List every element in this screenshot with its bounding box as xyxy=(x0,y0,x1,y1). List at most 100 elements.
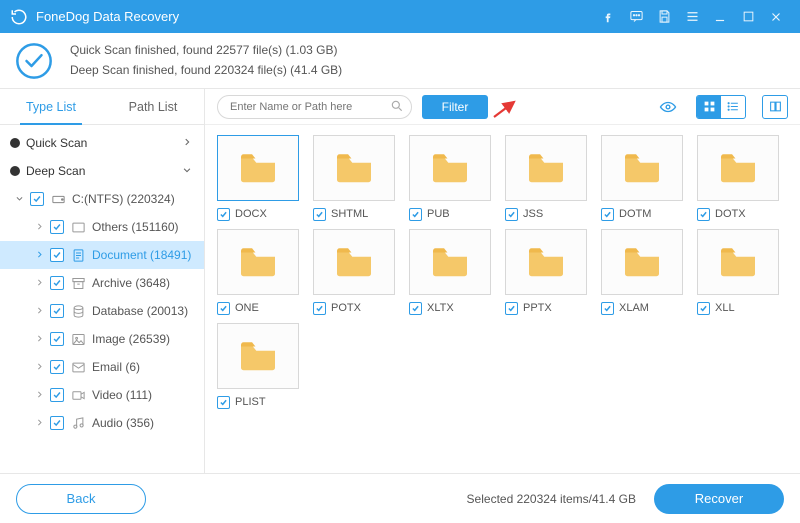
view-list-icon[interactable] xyxy=(721,96,745,118)
grid-item-label: POTX xyxy=(331,302,361,314)
checkbox-icon[interactable] xyxy=(601,208,614,221)
checkbox-icon[interactable] xyxy=(697,302,710,315)
annotation-arrow-icon xyxy=(492,97,512,117)
grid-item-label: SHTML xyxy=(331,208,368,220)
checkbox-icon[interactable] xyxy=(217,302,230,315)
grid-item[interactable]: PLIST xyxy=(217,323,299,411)
folder-icon xyxy=(525,150,567,187)
tree-item-database[interactable]: Database (20013) xyxy=(0,297,204,325)
chevron-right-icon xyxy=(34,416,44,430)
grid-item[interactable]: POTX xyxy=(313,229,395,317)
tree-deep-scan[interactable]: Deep Scan xyxy=(0,157,204,185)
checkbox-icon[interactable] xyxy=(601,302,614,315)
preview-toggle-icon[interactable] xyxy=(656,96,680,118)
others-icon xyxy=(70,219,86,235)
grid-item[interactable]: DOTM xyxy=(601,135,683,223)
document-icon xyxy=(70,247,86,263)
menu-icon[interactable] xyxy=(678,0,706,33)
grid-item-label: XLL xyxy=(715,302,735,314)
tree-item-image[interactable]: Image (26539) xyxy=(0,325,204,353)
view-grid-icon[interactable] xyxy=(697,96,721,118)
tree-item-video[interactable]: Video (111) xyxy=(0,381,204,409)
grid-item[interactable]: SHTML xyxy=(313,135,395,223)
tree-item-email[interactable]: Email (6) xyxy=(0,353,204,381)
back-button[interactable]: Back xyxy=(16,484,146,514)
tab-path-list[interactable]: Path List xyxy=(102,89,204,124)
tree-item-archive[interactable]: Archive (3648) xyxy=(0,269,204,297)
grid-item-label: PUB xyxy=(427,208,450,220)
checkbox-icon[interactable] xyxy=(50,416,64,430)
feedback-icon[interactable] xyxy=(622,0,650,33)
folder-icon xyxy=(237,150,279,187)
checkbox-icon[interactable] xyxy=(505,302,518,315)
tree-item-document[interactable]: Document (18491) xyxy=(0,241,204,269)
grid-item[interactable]: XLL xyxy=(697,229,779,317)
search-input[interactable] xyxy=(217,95,412,119)
grid-item[interactable]: PPTX xyxy=(505,229,587,317)
chevron-right-icon xyxy=(34,332,44,346)
checkbox-icon[interactable] xyxy=(313,302,326,315)
checkbox-icon[interactable] xyxy=(50,248,64,262)
recover-button-label: Recover xyxy=(695,491,743,506)
grid-item-label: PLIST xyxy=(235,396,266,408)
checkbox-icon[interactable] xyxy=(505,208,518,221)
grid-item[interactable]: XLTX xyxy=(409,229,491,317)
tab-path-list-label: Path List xyxy=(129,100,178,114)
tree-drive[interactable]: C:(NTFS) (220324) xyxy=(0,185,204,213)
checkbox-icon[interactable] xyxy=(50,360,64,374)
chevron-down-icon xyxy=(182,164,194,178)
image-icon xyxy=(70,331,86,347)
toolbar: Filter xyxy=(205,89,800,125)
grid-item-label: DOTX xyxy=(715,208,746,220)
tree-item-label: Archive (3648) xyxy=(92,276,194,290)
maximize-icon[interactable] xyxy=(734,0,762,33)
grid-item[interactable]: XLAM xyxy=(601,229,683,317)
checkbox-icon[interactable] xyxy=(697,208,710,221)
close-icon[interactable] xyxy=(762,0,790,33)
checkbox-icon[interactable] xyxy=(50,388,64,402)
filter-button[interactable]: Filter xyxy=(422,95,488,119)
minimize-icon[interactable] xyxy=(706,0,734,33)
facebook-icon[interactable] xyxy=(594,0,622,33)
checkbox-icon[interactable] xyxy=(30,192,44,206)
save-icon[interactable] xyxy=(650,0,678,33)
checkbox-icon[interactable] xyxy=(50,220,64,234)
tab-type-list[interactable]: Type List xyxy=(0,89,102,124)
checkbox-icon[interactable] xyxy=(409,208,422,221)
grid-item[interactable]: ONE xyxy=(217,229,299,317)
tree-item-others[interactable]: Others (151160) xyxy=(0,213,204,241)
tree-quick-scan[interactable]: Quick Scan xyxy=(0,129,204,157)
grid-item[interactable]: PUB xyxy=(409,135,491,223)
main-panel: Filter DOCX SHTML PUB JSS DOTM DOTX xyxy=(205,89,800,473)
folder-icon xyxy=(333,244,375,281)
checkbox-icon[interactable] xyxy=(313,208,326,221)
folder-icon xyxy=(333,150,375,187)
recover-button[interactable]: Recover xyxy=(654,484,784,514)
checkbox-icon[interactable] xyxy=(50,304,64,318)
folder-icon xyxy=(717,150,759,187)
summary-line-1: Quick Scan finished, found 22577 file(s)… xyxy=(70,41,342,60)
chevron-right-icon xyxy=(34,248,44,262)
grid-item[interactable]: DOTX xyxy=(697,135,779,223)
checkbox-icon[interactable] xyxy=(50,276,64,290)
checkbox-icon[interactable] xyxy=(217,396,230,409)
checkbox-icon[interactable] xyxy=(50,332,64,346)
chevron-right-icon xyxy=(34,220,44,234)
tree-item-audio[interactable]: Audio (356) xyxy=(0,409,204,437)
checkbox-icon[interactable] xyxy=(217,208,230,221)
app-title: FoneDog Data Recovery xyxy=(36,9,179,24)
grid-item[interactable]: DOCX xyxy=(217,135,299,223)
search-icon xyxy=(390,99,404,116)
sidebar: Type List Path List Quick Scan Deep Scan… xyxy=(0,89,205,473)
folder-icon xyxy=(237,244,279,281)
checkbox-icon[interactable] xyxy=(409,302,422,315)
bullet-icon xyxy=(10,138,20,148)
tree-deep-scan-label: Deep Scan xyxy=(26,164,176,178)
grid-item-label: DOTM xyxy=(619,208,651,220)
app-logo-icon xyxy=(10,8,28,26)
database-icon xyxy=(70,303,86,319)
audio-icon xyxy=(70,415,86,431)
grid-item[interactable]: JSS xyxy=(505,135,587,223)
chevron-right-icon xyxy=(34,304,44,318)
view-detail-icon[interactable] xyxy=(763,96,787,118)
